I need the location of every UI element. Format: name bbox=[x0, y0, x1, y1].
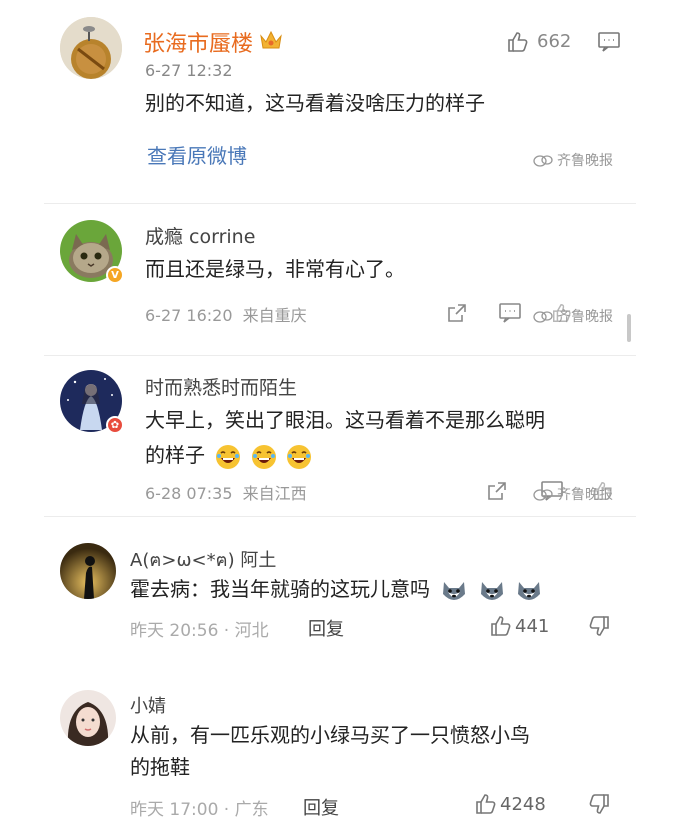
comment-text: 霍去病：我当年就骑的这玩儿意吗 bbox=[130, 572, 546, 607]
timestamp-location: 昨天 17:00 · 广东 bbox=[130, 800, 269, 820]
comment-icon[interactable] bbox=[498, 302, 522, 324]
thumbs-up-icon[interactable] bbox=[489, 614, 513, 638]
divider bbox=[44, 516, 636, 517]
divider bbox=[44, 355, 636, 356]
comment-text: 别的不知道，这马看着没啥压力的样子 bbox=[145, 91, 485, 115]
husky-emoji bbox=[440, 578, 468, 604]
username[interactable]: 张海市蜃楼 bbox=[143, 26, 253, 58]
verified-badge: ✿ bbox=[106, 416, 124, 434]
username[interactable]: 时而熟悉时而陌生 bbox=[145, 373, 297, 400]
scrollbar[interactable] bbox=[627, 314, 631, 342]
verified-badge: V bbox=[106, 266, 124, 284]
comment-text-content: 霍去病：我当年就骑的这玩儿意吗 bbox=[130, 577, 430, 601]
timestamp-location: 6-28 07:35 来自江西 bbox=[145, 484, 307, 503]
laughing-emoji bbox=[251, 444, 277, 470]
username[interactable]: 小婧 bbox=[130, 692, 166, 718]
reply-button[interactable]: 回复 bbox=[303, 794, 339, 820]
like-count: 662 bbox=[537, 31, 572, 52]
comment-text-line2: 的拖鞋 bbox=[130, 755, 190, 779]
thumbs-down-icon[interactable] bbox=[587, 792, 611, 816]
crown-icon bbox=[258, 28, 284, 52]
avatar[interactable] bbox=[60, 543, 116, 599]
timestamp-location: 昨天 20:56 · 河北 bbox=[130, 621, 269, 641]
reply-button[interactable]: 回复 bbox=[308, 615, 344, 641]
comment-text-line1: 从前，有一匹乐观的小绿马买了一只愤怒小鸟 bbox=[130, 723, 530, 747]
avatar[interactable] bbox=[60, 690, 116, 746]
laughing-emoji bbox=[286, 444, 312, 470]
username[interactable]: A(ฅ>ω<*ฅ) 阿土 bbox=[130, 545, 276, 574]
comment-text: 而且还是绿马，非常有心了。 bbox=[145, 257, 405, 281]
watermark: 齐鲁晚报 bbox=[532, 484, 613, 504]
like-count: 4248 bbox=[500, 794, 546, 815]
comment-text-line1: 大早上，笑出了眼泪。这马看着不是那么聪明 bbox=[145, 408, 545, 432]
comment-text-line2: 的样子 bbox=[145, 438, 315, 473]
watermark: 齐鲁晚报 bbox=[532, 150, 613, 170]
laughing-emoji bbox=[215, 444, 241, 470]
view-original-link[interactable]: 查看原微博 bbox=[147, 140, 247, 169]
husky-emoji bbox=[478, 578, 506, 604]
timestamp: 6-27 12:32 bbox=[145, 61, 233, 80]
like-count: 441 bbox=[515, 616, 550, 637]
username[interactable]: 成瘾 corrine bbox=[145, 222, 255, 249]
divider bbox=[44, 203, 636, 204]
share-icon[interactable] bbox=[486, 480, 508, 502]
thumbs-down-icon[interactable] bbox=[587, 614, 611, 638]
timestamp-location: 6-27 16:20 来自重庆 bbox=[145, 306, 307, 325]
comment-1: 张海市蜃楼 6-27 12:32 别的不知道，这马看着没啥压力的样子 查看原微博… bbox=[0, 0, 689, 200]
comment-text-line2-text: 的样子 bbox=[145, 443, 205, 467]
thumbs-up-icon[interactable] bbox=[474, 792, 498, 816]
share-icon[interactable] bbox=[446, 302, 468, 324]
husky-emoji bbox=[515, 578, 543, 604]
watermark: 齐鲁晚报 bbox=[532, 306, 613, 326]
thumbs-up-icon[interactable] bbox=[506, 30, 530, 54]
comment-icon[interactable] bbox=[597, 31, 621, 53]
avatar[interactable] bbox=[60, 17, 122, 79]
